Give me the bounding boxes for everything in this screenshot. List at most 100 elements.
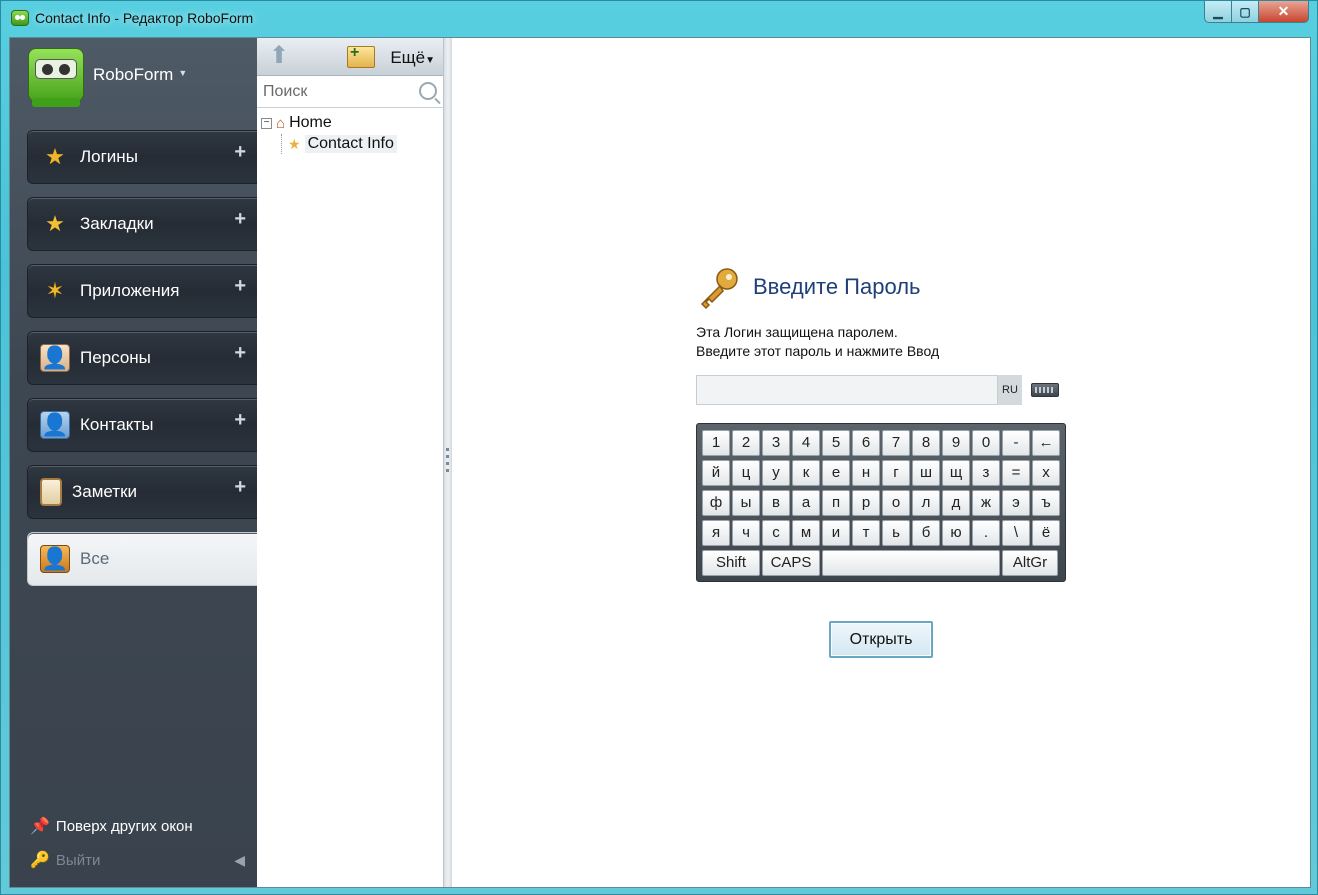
keyboard-key[interactable]: ш: [912, 460, 940, 486]
roboform-app-icon: [11, 10, 29, 26]
shift-key[interactable]: Shift: [702, 550, 760, 576]
tree-node-home[interactable]: − ⌂ Home: [261, 112, 397, 134]
keyboard-key[interactable]: л: [912, 490, 940, 516]
keyboard-key[interactable]: 1: [702, 430, 730, 456]
main-content: Введите Пароль Эта Логин защищена пароле…: [452, 38, 1310, 887]
keyboard-key[interactable]: р: [852, 490, 880, 516]
add-identity-button[interactable]: +: [234, 342, 246, 365]
keyboard-key[interactable]: ю: [942, 520, 970, 546]
keyboard-key[interactable]: .: [972, 520, 1000, 546]
keyboard-key[interactable]: ё: [1032, 520, 1060, 546]
panel-splitter[interactable]: [444, 38, 452, 887]
app-window: Contact Info - Редактор RoboForm ▁ ▢ ✕ R…: [0, 0, 1318, 895]
sidebar-item-label: Заметки: [72, 482, 138, 501]
keyboard-key[interactable]: 3: [762, 430, 790, 456]
keyboard-key[interactable]: х: [1032, 460, 1060, 486]
roboform-logo-icon: [28, 48, 84, 107]
keyboard-key[interactable]: с: [762, 520, 790, 546]
keyboard-key[interactable]: п: [822, 490, 850, 516]
more-menu-button[interactable]: Ещё▼: [390, 48, 435, 68]
close-button[interactable]: ✕: [1259, 1, 1309, 23]
sidebar-item-label: Контакты: [80, 415, 154, 434]
add-login-button[interactable]: +: [234, 141, 246, 164]
keyboard-key[interactable]: 5: [822, 430, 850, 456]
sidebar-item-logins[interactable]: ★ Логины +: [27, 130, 257, 184]
keyboard-key[interactable]: ж: [972, 490, 1000, 516]
keyboard-key[interactable]: з: [972, 460, 1000, 486]
up-arrow-icon[interactable]: ⬆: [266, 44, 292, 69]
altgr-key[interactable]: AltGr: [1002, 550, 1058, 576]
title-bar[interactable]: Contact Info - Редактор RoboForm ▁ ▢ ✕: [1, 1, 1317, 37]
home-icon: ⌂: [276, 114, 286, 132]
client-area: RoboForm ▼ ★ Логины + ★ Закладки + ✶ При…: [9, 37, 1311, 888]
keyboard-key[interactable]: -: [1002, 430, 1030, 456]
space-key[interactable]: [822, 550, 1000, 576]
sidebar-item-contacts[interactable]: 👤 Контакты +: [27, 398, 257, 452]
minimize-button[interactable]: ▁: [1204, 1, 1232, 23]
keyboard-key[interactable]: ъ: [1032, 490, 1060, 516]
keyboard-key[interactable]: я: [702, 520, 730, 546]
keyboard-key[interactable]: 0: [972, 430, 1000, 456]
keyboard-key[interactable]: =: [1002, 460, 1030, 486]
keyboard-key[interactable]: ы: [732, 490, 760, 516]
keyboard-key[interactable]: ь: [882, 520, 910, 546]
keyboard-row: 1 2 3 4 5 6 7 8 9 0- ←: [702, 428, 1065, 458]
keyboard-icon[interactable]: [1031, 383, 1059, 397]
back-arrow-icon[interactable]: ◀: [234, 852, 245, 869]
brand-menu[interactable]: RoboForm ▼: [28, 48, 187, 107]
keyboard-key[interactable]: и: [822, 520, 850, 546]
keyboard-key[interactable]: в: [762, 490, 790, 516]
tree-node-contact-info[interactable]: ★ Contact Info: [281, 134, 397, 154]
grip-dots-icon: [446, 448, 449, 476]
search-icon[interactable]: [419, 82, 437, 100]
open-button[interactable]: Открыть: [829, 621, 933, 658]
keyboard-key[interactable]: э: [1002, 490, 1030, 516]
sidebar-item-apps[interactable]: ✶ Приложения +: [27, 264, 257, 318]
password-field[interactable]: [696, 375, 998, 405]
keyboard-key[interactable]: м: [792, 520, 820, 546]
keyboard-key[interactable]: н: [852, 460, 880, 486]
keyboard-key[interactable]: 9: [942, 430, 970, 456]
sidebar-item-identities[interactable]: 👤 Персоны +: [27, 331, 257, 385]
contacts-card-icon: 👤: [40, 411, 70, 439]
keyboard-key[interactable]: \: [1002, 520, 1030, 546]
keyboard-key[interactable]: ф: [702, 490, 730, 516]
keyboard-key[interactable]: б: [912, 520, 940, 546]
sidebar-item-notes[interactable]: Заметки +: [27, 465, 257, 519]
password-message: Эта Логин защищена паролем. Введите этот…: [696, 323, 939, 361]
always-on-top-toggle[interactable]: 📌 Поверх других окон: [30, 816, 193, 836]
keyboard-key[interactable]: щ: [942, 460, 970, 486]
keyboard-key[interactable]: 2: [732, 430, 760, 456]
keyboard-key[interactable]: г: [882, 460, 910, 486]
keyboard-key[interactable]: ц: [732, 460, 760, 486]
keyboard-key[interactable]: 4: [792, 430, 820, 456]
search-input[interactable]: [263, 81, 413, 103]
keyboard-key[interactable]: ч: [732, 520, 760, 546]
keyboard-key[interactable]: д: [942, 490, 970, 516]
add-app-button[interactable]: +: [234, 275, 246, 298]
caps-key[interactable]: CAPS: [762, 550, 820, 576]
always-on-top-label: Поверх других окон: [55, 817, 193, 835]
keyboard-key[interactable]: й: [702, 460, 730, 486]
add-note-button[interactable]: +: [234, 476, 246, 499]
collapse-toggle-icon[interactable]: −: [261, 117, 272, 129]
keyboard-key[interactable]: ←: [1032, 430, 1060, 456]
keyboard-key[interactable]: т: [852, 520, 880, 546]
keyboard-key[interactable]: о: [882, 490, 910, 516]
sidebar-item-bookmarks[interactable]: ★ Закладки +: [27, 197, 257, 251]
pin-icon: 📌: [30, 818, 50, 835]
keyboard-key[interactable]: а: [792, 490, 820, 516]
maximize-button[interactable]: ▢: [1232, 1, 1259, 23]
keyboard-key[interactable]: к: [792, 460, 820, 486]
keyboard-key[interactable]: е: [822, 460, 850, 486]
add-bookmark-button[interactable]: +: [234, 208, 246, 231]
keyboard-key[interactable]: у: [762, 460, 790, 486]
keyboard-key[interactable]: 6: [852, 430, 880, 456]
keyboard-key[interactable]: 7: [882, 430, 910, 456]
keyboard-key[interactable]: 8: [912, 430, 940, 456]
logout-button[interactable]: 🔑 Выйти ◀: [30, 850, 245, 870]
new-folder-icon[interactable]: [347, 44, 375, 68]
language-indicator[interactable]: RU: [998, 375, 1022, 405]
sidebar-item-all[interactable]: 👤 Все: [27, 532, 257, 586]
add-contact-button[interactable]: +: [234, 409, 246, 432]
